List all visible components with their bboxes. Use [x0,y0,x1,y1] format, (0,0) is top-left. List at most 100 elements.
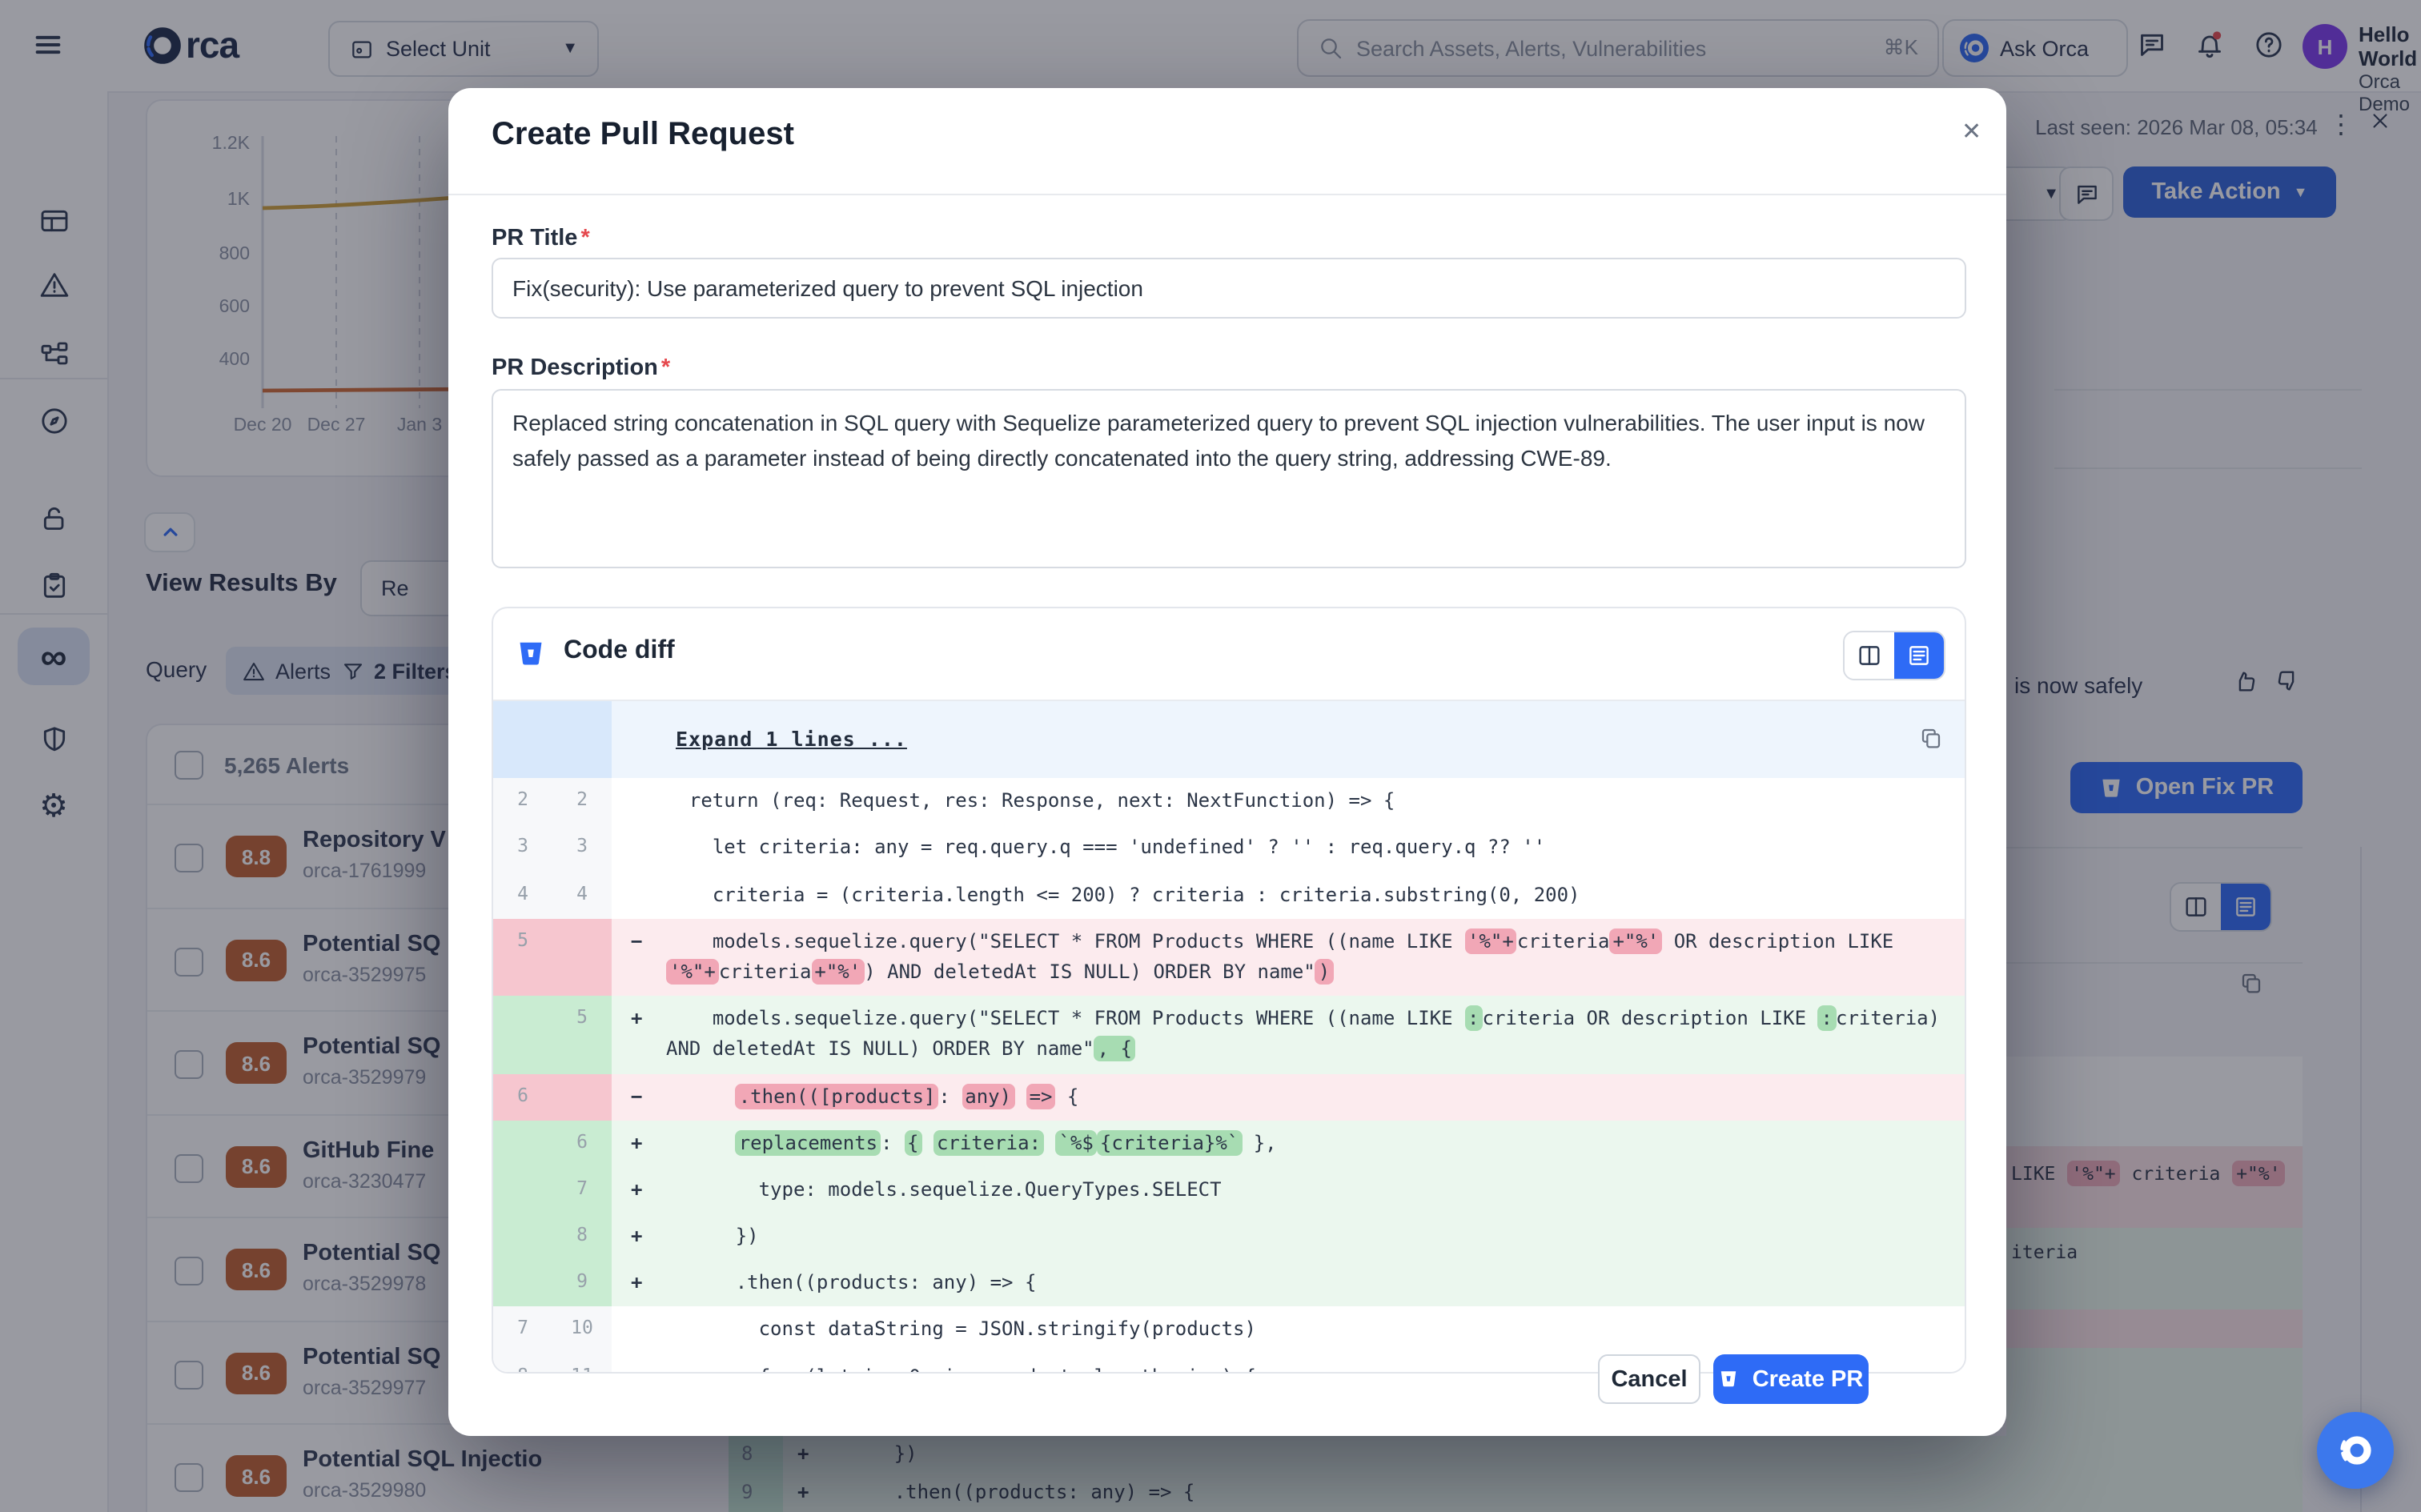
code-token: , { [1094,1037,1135,1062]
code-token: .then((products: any) => { [666,1272,1036,1294]
code-token: criteria OR description LIKE [1483,1007,1818,1029]
diff-rows: Expand 1 lines ...22 return (req: Reques… [493,701,1965,1374]
code-token: : [1818,1005,1836,1031]
code-token: '%"+ [1464,928,1517,954]
code-token: replacements [736,1129,881,1155]
diff-code: − .then(([products]: any) => { [612,1073,1965,1120]
new-line-number: 10 [552,1307,612,1354]
diff-code: − models.sequelize.query("SELECT * FROM … [612,919,1965,997]
code-token: const dataString = JSON.stringify(produc… [666,1318,1256,1341]
bucket-icon [1719,1369,1740,1390]
code-token: : [1464,1005,1482,1031]
required-asterisk: * [580,226,589,251]
new-line-number: 5 [552,996,612,1073]
modal-close-button[interactable]: ✕ [1955,110,1988,152]
pr-description-textarea[interactable]: Replaced string concatenation in SQL que… [492,389,1966,568]
diff-row-add: 7+ type: models.sequelize.QueryTypes.SEL… [493,1167,1965,1213]
diff-code: + }) [612,1213,1965,1260]
close-icon: ✕ [1961,118,1981,146]
create-pr-label: Create PR [1753,1366,1864,1392]
diff-gutter: 7 [493,1167,612,1213]
diff-expand-row: Expand 1 lines ... [493,701,1965,778]
app-root: rca Select Unit ▼ Search Assets, Alerts,… [0,0,2421,1512]
diff-row-add: 6+ replacements: { criteria: `%${criteri… [493,1120,1965,1166]
code-token: for (let i = 0; i < products.length; i++… [666,1365,1256,1374]
diff-code: const dataString = JSON.stringify(produc… [612,1307,1965,1354]
code-token: return (req: Request, res: Response, nex… [666,789,1395,812]
code-token: ) AND deletedAt IS NULL) ORDER BY name" [864,961,1315,983]
diff-code: let criteria: any = req.query.q === 'und… [612,825,1965,872]
old-line-number: 8 [493,1354,552,1374]
code-token [666,1131,736,1153]
code-token: ) [1315,959,1333,985]
diff-copy-button[interactable] [1918,725,1944,751]
code-token: {criteria}%` [1097,1129,1242,1155]
new-line-number: 6 [552,1120,612,1166]
diff-code: + .then((products: any) => { [612,1261,1965,1307]
diff-sign: + [631,1221,642,1252]
modal-title: Create Pull Request [492,117,794,154]
diff-row-del: 6 − .then(([products]: any) => { [493,1073,1965,1120]
diff-row-ctx: 44 criteria = (criteria.length <= 200) ?… [493,872,1965,918]
pr-title-input[interactable]: Fix(security): Use parameterized query t… [492,258,1966,319]
diff-code: criteria = (criteria.length <= 200) ? cr… [612,872,1965,918]
diff-sign: − [631,927,642,957]
pr-title-value: Fix(security): Use parameterized query t… [512,275,1143,301]
diff-sign: + [631,1269,642,1299]
new-line-number: 4 [552,872,612,918]
split-view-button[interactable] [1845,632,1894,679]
unified-view-button[interactable] [1894,632,1944,679]
create-pr-modal: Create Pull Request ✕ PR Title* Fix(secu… [448,88,2006,1436]
diff-row-ctx: 710 const dataString = JSON.stringify(pr… [493,1307,1965,1354]
split-view-icon [1856,642,1883,669]
pr-description-label: PR Description* [492,355,670,381]
code-diff-title: Code diff [564,637,675,666]
diff-row-add: 5+ models.sequelize.query("SELECT * FROM… [493,996,1965,1073]
required-asterisk: * [661,355,670,381]
code-token: { [1055,1085,1078,1107]
old-line-number [493,1261,552,1307]
create-pr-button[interactable]: Create PR [1713,1354,1869,1404]
code-token: criteria: [933,1129,1044,1155]
old-line-number: 2 [493,778,552,824]
code-token: '%"+ [666,959,719,985]
code-token: models.sequelize.query("SELECT * FROM Pr… [666,930,1464,953]
modal-header-divider [448,194,2006,195]
code-token: criteria [1517,930,1610,953]
diff-sign: + [631,1175,642,1205]
diff-gutter: 44 [493,872,612,918]
code-token: { [904,1129,921,1155]
expand-lines-link[interactable]: Expand 1 lines ... [676,727,907,751]
old-line-number: 4 [493,872,552,918]
code-token [1014,1085,1026,1107]
old-line-number [493,1213,552,1260]
old-line-number: 6 [493,1073,552,1120]
diff-sign: − [631,1081,642,1112]
old-line-number [493,1167,552,1213]
cancel-button[interactable]: Cancel [1598,1354,1700,1404]
code-token: any) [962,1083,1014,1109]
pr-description-value: Replaced string concatenation in SQL que… [512,410,1925,470]
new-line-number [552,919,612,997]
code-token [666,1085,736,1107]
code-token [922,1131,933,1153]
new-line-number: 9 [552,1261,612,1307]
code-diff-panel: Code diff Expand 1 lines ...22 return (r… [492,607,1966,1374]
code-token: }) [666,1225,759,1247]
code-token: }, [1242,1131,1276,1153]
old-line-number [493,996,552,1073]
diff-gutter: 33 [493,825,612,872]
old-line-number [493,1120,552,1166]
diff-gutter: 6 [493,1120,612,1166]
diff-gutter: 5 [493,996,612,1073]
diff-sign: + [631,1128,642,1158]
diff-view-toggle [1843,631,1945,680]
orca-assistant-fab[interactable] [2317,1412,2394,1489]
diff-row-del: 5− models.sequelize.query("SELECT * FROM… [493,919,1965,997]
diff-gutter: 710 [493,1307,612,1354]
code-token: +"%' [1609,928,1662,954]
new-line-number: 7 [552,1167,612,1213]
diff-gutter: 6 [493,1073,612,1120]
code-token: : [938,1085,962,1107]
diff-row-ctx: 33 let criteria: any = req.query.q === '… [493,825,1965,872]
